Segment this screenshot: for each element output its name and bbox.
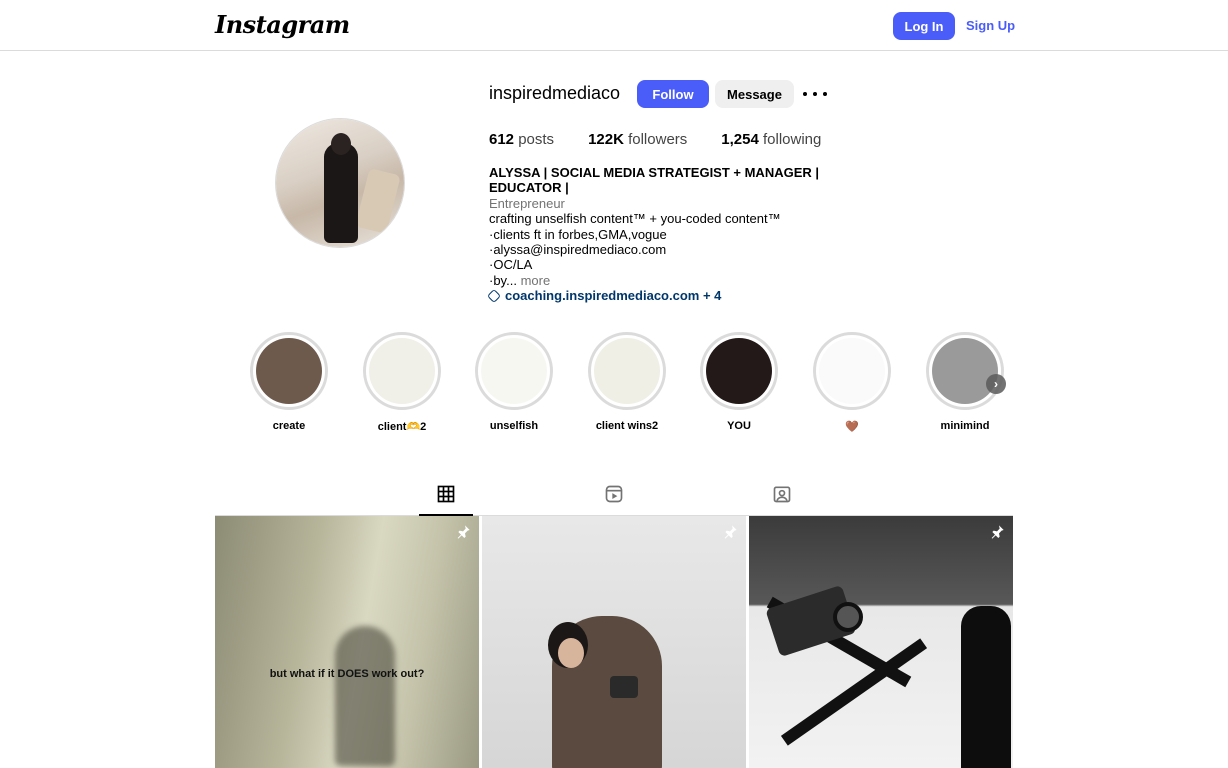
post-caption: but what if it DOES work out?: [269, 668, 425, 680]
post-thumbnail[interactable]: [482, 516, 746, 768]
followers-stat[interactable]: 122K followers: [588, 131, 687, 148]
highlight-item[interactable]: YOU: [700, 332, 778, 432]
bio-name: ALYSSA | SOCIAL MEDIA STRATEGIST + MANAG…: [489, 165, 820, 196]
top-nav: Instagram Log In Sign Up: [0, 0, 1228, 51]
profile-stats: 612 posts 122K followers 1,254 following: [489, 131, 821, 148]
bio-line: crafting unselfish content™ + you-coded …: [489, 211, 781, 227]
chevron-right-icon[interactable]: ›: [986, 374, 1006, 394]
bio-external-link[interactable]: coaching.inspiredmediaco.com + 4: [486, 288, 889, 304]
posts-stat: 612 posts: [489, 131, 555, 148]
tagged-icon: [773, 486, 791, 503]
profile-username: inspiredmediaco: [489, 83, 621, 103]
following-stat[interactable]: 1,254 following: [721, 131, 821, 148]
highlight-item[interactable]: 🤎: [813, 332, 891, 433]
pin-icon: [457, 525, 470, 539]
highlight-item[interactable]: unselfish: [475, 332, 553, 432]
highlight-item[interactable]: create: [250, 332, 328, 432]
more-options-icon[interactable]: [803, 84, 827, 104]
bio-line: ·OC/LA: [489, 257, 533, 273]
follow-button[interactable]: Follow: [637, 80, 709, 108]
post-thumbnail[interactable]: but what if it DOES work out?: [215, 516, 479, 768]
bio-line-truncated: ·by... more: [489, 272, 551, 288]
pin-icon: [724, 525, 737, 539]
highlight-item[interactable]: client🫶2: [363, 332, 441, 433]
profile-bio: ALYSSA | SOCIAL MEDIA STRATEGIST + MANAG…: [486, 165, 889, 304]
signup-button[interactable]: Sign Up: [966, 12, 1015, 40]
bio-line: ·alyssa@inspiredmediaco.com: [489, 242, 667, 258]
tab-tagged[interactable]: [755, 484, 809, 515]
bio-more-link[interactable]: more: [521, 273, 551, 288]
tab-posts[interactable]: [419, 484, 473, 516]
link-icon: [486, 288, 502, 304]
tab-reels[interactable]: [587, 484, 641, 515]
post-thumbnail[interactable]: [749, 516, 1013, 768]
avatar-image: [276, 119, 404, 247]
instagram-logo[interactable]: Instagram: [215, 10, 350, 39]
profile-avatar[interactable]: [275, 118, 405, 248]
highlight-item[interactable]: client wins2: [588, 332, 666, 432]
pin-icon: [991, 525, 1004, 539]
reels-icon: [605, 485, 623, 503]
message-button[interactable]: Message: [715, 80, 794, 108]
grid-icon: [437, 485, 455, 503]
bio-category: Entrepreneur: [489, 195, 565, 211]
login-button[interactable]: Log In: [893, 12, 955, 40]
bio-line: ·clients ft in forbes,GMA,vogue: [489, 226, 667, 242]
